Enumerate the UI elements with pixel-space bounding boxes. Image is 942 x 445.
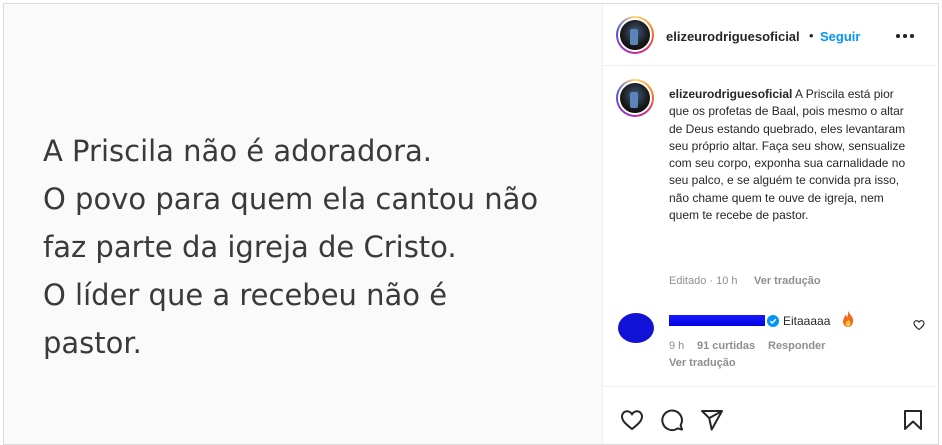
author-avatar[interactable] [616,16,654,54]
post-line: O líder que a recebeu não é [43,278,448,312]
verified-badge-icon [767,315,779,327]
post-line: O povo para quem ela cantou não [43,182,539,216]
post-modal: A Priscila não é adoradora. O povo para … [3,3,940,445]
caption-translate-link[interactable]: Ver tradução [754,275,821,287]
comment-icon[interactable] [660,408,684,432]
heart-icon[interactable] [620,408,644,432]
reply-translate-link[interactable]: Ver tradução [669,357,736,369]
reply-username[interactable]: missiscalixsim [669,315,765,326]
caption-avatar[interactable] [616,79,654,117]
more-options-icon[interactable] [893,26,917,44]
reply-likes[interactable]: 91 curtidas [697,340,755,352]
reply-button[interactable]: Responder [768,340,825,352]
comments-section: elizeurodriguesoficial A Priscila está p… [603,66,940,386]
post-line: A Priscila não é adoradora. [43,134,433,168]
bookmark-icon[interactable] [901,408,925,432]
caption-username[interactable]: elizeurodriguesoficial [669,87,792,101]
reply-text: Eitaaaaa [783,314,831,328]
action-bar [603,386,940,444]
side-panel: elizeurodriguesoficial • Seguir elizeuro… [603,4,940,444]
post-header: elizeurodriguesoficial • Seguir [603,4,940,66]
caption: elizeurodriguesoficial A Priscila está p… [669,86,909,224]
post-image: A Priscila não é adoradora. O povo para … [4,4,603,444]
reply-time: 9 h [669,340,685,352]
fire-icon [843,311,854,327]
post-line: faz parte da igreja de Cristo. [43,230,457,264]
follow-button[interactable]: Seguir [820,29,860,44]
separator-dot: • [809,28,814,43]
author-username[interactable]: elizeurodriguesoficial [666,29,800,44]
send-icon[interactable] [700,408,724,432]
reply-avatar[interactable] [618,313,654,343]
caption-edited-time: Editado · 10 h [669,275,738,287]
post-text: A Priscila não é adoradora. O povo para … [43,127,593,367]
post-line: pastor. [43,326,142,360]
caption-text: A Priscila está pior que os profetas de … [669,87,906,223]
like-comment-heart-icon[interactable] [913,319,925,331]
